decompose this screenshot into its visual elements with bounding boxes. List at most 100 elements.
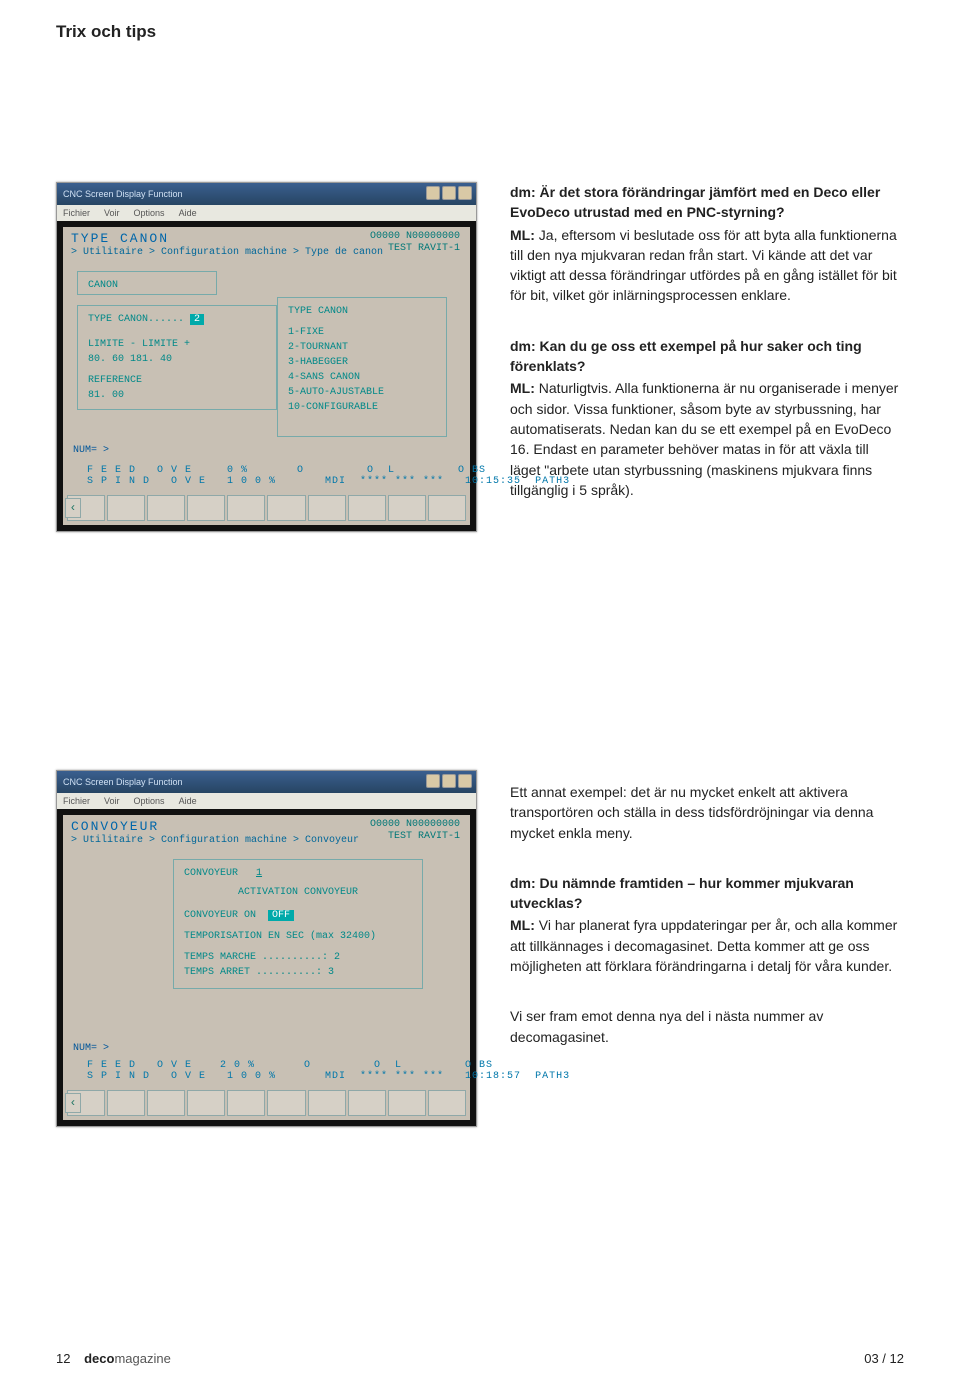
min-icon[interactable] [426, 774, 440, 788]
convoyeur-off-value[interactable]: OFF [268, 910, 294, 921]
menu-item[interactable]: Options [134, 796, 165, 806]
softkey[interactable] [267, 495, 305, 521]
softkey-back-icon[interactable]: ‹ [65, 498, 81, 518]
window-menubar[interactable]: Fichier Voir Options Aide [57, 793, 476, 809]
test-label: TEST RAVIT-1 [370, 243, 460, 255]
close-icon[interactable] [458, 774, 472, 788]
screen-title: CONVOYEUR [71, 819, 159, 834]
softkey-row[interactable]: ‹ [67, 495, 466, 521]
window-buttons[interactable] [426, 186, 472, 200]
softkey-back-icon[interactable]: ‹ [65, 1093, 81, 1113]
article-column-bottom: Ett annat exempel: det är nu mycket enke… [510, 782, 902, 1067]
type-list-item: 2-TOURNANT [288, 340, 436, 355]
canon-box: CANON [77, 271, 217, 295]
max-icon[interactable] [442, 186, 456, 200]
prog-number: O0000 N00000000 [370, 231, 460, 243]
type-list-item: 5-AUTO-AJUSTABLE [288, 385, 436, 400]
menu-item[interactable]: Options [134, 208, 165, 218]
answer-2-label: ML: [510, 380, 535, 396]
page-footer: 12 decomagazine 03 / 12 [56, 1351, 904, 1366]
softkey[interactable] [428, 495, 466, 521]
prog-number: O0000 N00000000 [370, 819, 460, 831]
type-canon-value[interactable]: 2 [190, 314, 204, 325]
brand-deco: deco [84, 1351, 114, 1366]
footer-left: 12 decomagazine [56, 1351, 171, 1366]
window-buttons[interactable] [426, 774, 472, 788]
answer-4-label: ML: [510, 917, 535, 933]
cnc-screen: CONVOYEUR O0000 N00000000 TEST RAVIT-1 >… [63, 815, 470, 1120]
softkey[interactable] [348, 1090, 386, 1116]
type-canon-box: TYPE CANON...... 2 LIMITE - LIMITE + 80.… [77, 305, 277, 410]
menu-item[interactable]: Fichier [63, 208, 90, 218]
type-list-title: TYPE CANON [288, 304, 436, 319]
type-list-box: TYPE CANON 1-FIXE 2-TOURNANT 3-HABEGGER … [277, 297, 447, 437]
num-prompt[interactable]: NUM= > [73, 445, 109, 456]
screenshot-window-1: CNC Screen Display Function Fichier Voir… [56, 182, 477, 532]
menu-item[interactable]: Aide [179, 208, 197, 218]
reference-label: REFERENCE [88, 373, 266, 388]
type-list-item: 1-FIXE [288, 325, 436, 340]
softkey[interactable] [147, 1090, 185, 1116]
activation-label: ACTIVATION CONVOYEUR [184, 885, 412, 900]
window-title: CNC Screen Display Function [63, 189, 183, 199]
answer-1-text: Ja, eftersom vi beslutade oss för att by… [510, 227, 897, 304]
test-label: TEST RAVIT-1 [370, 831, 460, 843]
convoyeur-on-label: CONVOYEUR ON [184, 910, 256, 921]
softkey[interactable] [348, 495, 386, 521]
softkey[interactable] [187, 1090, 225, 1116]
limits-values: 80. 60 181. 40 [88, 352, 266, 367]
softkey[interactable] [107, 1090, 145, 1116]
screen-status: O0000 N00000000 TEST RAVIT-1 [370, 231, 460, 255]
softkey[interactable] [107, 495, 145, 521]
section-header: Trix och tips [56, 22, 156, 42]
softkey[interactable] [227, 1090, 265, 1116]
menu-item[interactable]: Fichier [63, 796, 90, 806]
temporisation-label: TEMPORISATION EN SEC (max 32400) [184, 929, 412, 944]
temps-marche: TEMPS MARCHE ..........: 2 [184, 950, 412, 965]
answer-4-text: Vi har planerat fyra uppdateringar per å… [510, 917, 897, 974]
brand-magazine: magazine [114, 1351, 170, 1366]
softkey[interactable] [147, 495, 185, 521]
paragraph-5: Vi ser fram emot denna nya del i nästa n… [510, 1006, 902, 1047]
menu-item[interactable]: Voir [104, 208, 120, 218]
footer-issue: 03 / 12 [864, 1351, 904, 1366]
page-number: 12 [56, 1351, 70, 1366]
limits-header: LIMITE - LIMITE + [88, 337, 266, 352]
num-prompt[interactable]: NUM= > [73, 1043, 109, 1054]
softkey[interactable] [388, 1090, 426, 1116]
menu-item[interactable]: Aide [179, 796, 197, 806]
type-list-item: 10-CONFIGURABLE [288, 400, 436, 415]
cnc-screen: TYPE CANON O0000 N00000000 TEST RAVIT-1 … [63, 227, 470, 525]
convoyeur-value: 1 [256, 868, 262, 879]
type-list-item: 3-HABEGGER [288, 355, 436, 370]
min-icon[interactable] [426, 186, 440, 200]
softkey[interactable] [308, 1090, 346, 1116]
softkey[interactable] [227, 495, 265, 521]
question-4: dm: Du nämnde framtiden – hur kommer mju… [510, 873, 902, 914]
menu-item[interactable]: Voir [104, 796, 120, 806]
softkey[interactable] [187, 495, 225, 521]
window-menubar[interactable]: Fichier Voir Options Aide [57, 205, 476, 221]
screen-title: TYPE CANON [71, 231, 169, 246]
breadcrumb: > Utilitaire > Configuration machine > T… [71, 247, 383, 258]
type-canon-label: TYPE CANON...... [88, 314, 184, 325]
softkey[interactable] [388, 495, 426, 521]
window-title: CNC Screen Display Function [63, 777, 183, 787]
screenshot-window-2: CNC Screen Display Function Fichier Voir… [56, 770, 477, 1127]
softkey[interactable] [267, 1090, 305, 1116]
softkey[interactable] [308, 495, 346, 521]
type-list-item: 4-SANS CANON [288, 370, 436, 385]
answer-4: ML: Vi har planerat fyra uppdateringar p… [510, 915, 902, 976]
max-icon[interactable] [442, 774, 456, 788]
paragraph-3: Ett annat exempel: det är nu mycket enke… [510, 782, 902, 843]
screen-status: O0000 N00000000 TEST RAVIT-1 [370, 819, 460, 843]
softkey-row[interactable]: ‹ [67, 1090, 466, 1116]
question-1: dm: Är det stora förändringar jämfört me… [510, 182, 902, 223]
window-titlebar: CNC Screen Display Function [57, 771, 476, 793]
close-icon[interactable] [458, 186, 472, 200]
feed-status-line: F E E D O V E 0 % O O L O BS S P I N D O… [73, 465, 460, 487]
softkey[interactable] [428, 1090, 466, 1116]
temps-arret: TEMPS ARRET ..........: 3 [184, 965, 412, 980]
feed-status-line: F E E D O V E 2 0 % O O L O BS S P I N D… [73, 1060, 460, 1082]
convoyeur-box: CONVOYEUR 1 ACTIVATION CONVOYEUR CONVOYE… [173, 859, 423, 989]
